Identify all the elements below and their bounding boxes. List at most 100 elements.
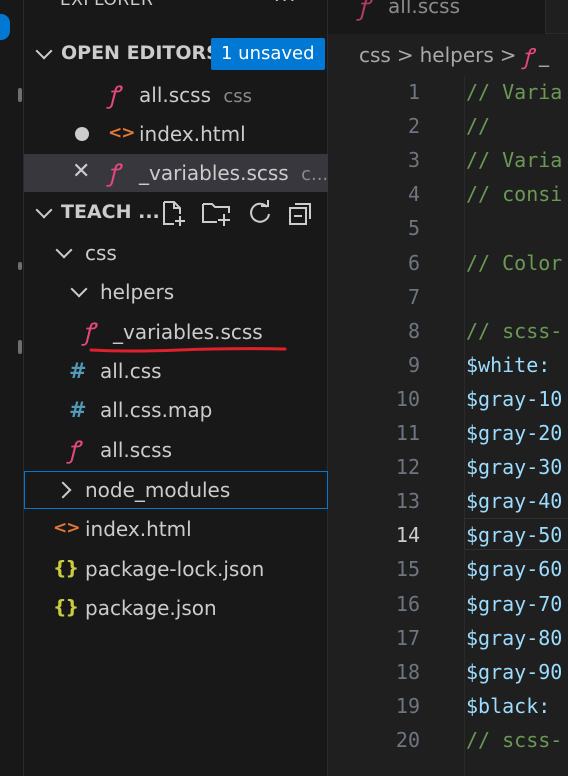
sass-icon: ꝭ <box>108 159 120 187</box>
tree-item-label: helpers <box>100 280 175 304</box>
code-line[interactable]: 4 // consi <box>328 177 568 211</box>
tree-folder-node-modules[interactable]: node_modules <box>24 471 328 509</box>
code-line[interactable]: 12 $gray-30 <box>328 450 568 484</box>
code-line[interactable]: 8 // scss- <box>328 314 568 348</box>
code-line[interactable]: 19 $black: <box>328 689 568 723</box>
editor-tab-bar: ꝭ all.scss <box>328 0 568 34</box>
code-line[interactable]: 17 $gray-80 <box>328 621 568 655</box>
code-line[interactable]: 7 <box>328 280 568 314</box>
tree-file-package-json[interactable]: {} package.json <box>24 589 328 627</box>
sass-icon: ꝭ <box>83 318 95 346</box>
tree-file-all-css[interactable]: # all.css <box>24 352 328 390</box>
close-icon[interactable]: ✕ <box>72 159 90 184</box>
code-editor[interactable]: css > helpers > ꝭ _ 1// Varia 2//3// Varia 4// … <box>328 34 568 776</box>
breadcrumb-item[interactable]: css <box>359 43 391 67</box>
code-text: $gray-50 <box>466 523 563 548</box>
tree-item-label: css <box>85 241 117 265</box>
line-number: 4 <box>407 182 420 207</box>
chevron-down-icon <box>35 42 53 60</box>
code-line[interactable]: 15 $gray-60 <box>328 552 568 586</box>
open-editor-item[interactable]: ✕ ꝭ _variables.scss c... <box>24 154 328 192</box>
code-text: // <box>466 114 491 139</box>
code-line[interactable]: 16 $gray-70 <box>328 587 568 621</box>
code-line[interactable]: 14 $gray-50 <box>328 518 568 552</box>
line-number: 5 <box>407 216 420 241</box>
open-editor-folder: css <box>223 86 252 107</box>
line-number: 17 <box>395 625 420 650</box>
tab-all-scss[interactable]: ꝭ all.scss <box>328 0 546 34</box>
explorer-activity-icon[interactable] <box>0 14 10 40</box>
line-number: 8 <box>407 318 420 343</box>
code-text: // scss- <box>466 727 563 752</box>
code-line[interactable]: 5 <box>328 211 568 245</box>
open-editors-section-header[interactable]: OPEN EDITORS 1 unsaved <box>24 35 328 73</box>
code-text: $gray-90 <box>466 659 563 684</box>
new-folder-icon[interactable] <box>201 200 233 226</box>
open-editor-item[interactable]: ꝭ all.scss css <box>24 76 328 114</box>
line-number: 16 <box>395 591 420 616</box>
code-line[interactable]: 1 // Varia <box>328 75 568 109</box>
chevron-right-icon <box>54 481 72 499</box>
breadcrumb-item[interactable]: helpers <box>420 43 494 67</box>
refresh-icon[interactable] <box>246 200 274 226</box>
tree-folder-css[interactable]: css <box>24 234 328 272</box>
code-line[interactable]: 6 // Color <box>328 246 568 280</box>
line-number: 7 <box>407 284 420 309</box>
code-text: // Varia <box>466 80 563 104</box>
code-text: $white: <box>466 352 551 377</box>
code-text: // scss- <box>466 318 563 343</box>
code-line[interactable]: 13 $gray-40 <box>328 484 568 518</box>
tree-file-package-lock-json[interactable]: {} package-lock.json <box>24 550 328 588</box>
open-editor-item[interactable]: <> index.html <box>24 115 328 153</box>
code-line[interactable]: 9 $white: <box>328 348 568 382</box>
collapse-all-icon[interactable] <box>288 200 316 226</box>
code-line[interactable]: 20 // scss- <box>328 723 568 757</box>
code-text: $gray-40 <box>466 489 563 514</box>
code-line[interactable]: 3 // Varia <box>328 143 568 177</box>
sass-icon: ꝭ <box>358 0 370 21</box>
explorer-sidebar: EXPLORER ··· OPEN EDITORS 1 unsaved ꝭ al… <box>24 0 328 776</box>
code-line[interactable]: 10 $gray-10 <box>328 382 568 416</box>
line-number: 18 <box>395 659 420 684</box>
tab-label: all.scss <box>388 0 460 18</box>
code-text: // Varia <box>466 148 563 173</box>
explorer-title: EXPLORER <box>60 0 154 10</box>
activity-bar <box>0 0 24 776</box>
new-file-icon[interactable] <box>160 200 188 226</box>
code-line[interactable]: 11 $gray-20 <box>328 416 568 450</box>
code-line[interactable]: 2 // <box>328 109 568 143</box>
ellipsis-icon[interactable]: ··· <box>274 0 297 11</box>
line-number: 19 <box>395 693 420 718</box>
json-icon: {} <box>53 596 79 618</box>
tree-item-label: all.css.map <box>100 398 213 422</box>
line-number: 1 <box>407 80 420 104</box>
activity-icon-fragment[interactable] <box>18 340 22 354</box>
tree-folder-helpers[interactable]: helpers <box>24 273 328 311</box>
line-number: 6 <box>407 250 420 275</box>
code-text: $gray-30 <box>466 455 563 480</box>
line-number: 10 <box>395 386 420 411</box>
css-hash-icon: # <box>69 359 87 383</box>
open-editor-filename: all.scss <box>139 83 211 107</box>
code-line[interactable]: 18 $gray-90 <box>328 655 568 689</box>
line-number: 9 <box>407 352 420 377</box>
breadcrumb-separator: > <box>396 43 414 67</box>
breadcrumb-item[interactable]: _ <box>539 43 549 67</box>
tree-file-index-html[interactable]: <> index.html <box>24 510 328 548</box>
tree-file-all-css-map[interactable]: # all.css.map <box>24 391 328 429</box>
code-text: $gray-10 <box>466 386 563 411</box>
code-text: // Color <box>466 250 563 275</box>
html-icon: <> <box>53 518 80 538</box>
code-text: $gray-80 <box>466 625 563 650</box>
line-number: 12 <box>395 455 420 480</box>
breadcrumb-separator: > <box>499 43 517 67</box>
tree-file-all-scss[interactable]: ꝭ all.scss <box>24 431 328 469</box>
breadcrumb: css > helpers > ꝭ _ <box>359 43 549 70</box>
activity-icon-fragment[interactable] <box>18 262 22 270</box>
activity-icon-fragment[interactable] <box>18 88 22 102</box>
tree-item-label: index.html <box>85 517 192 541</box>
chevron-down-icon <box>35 201 53 219</box>
line-number: 11 <box>395 421 420 445</box>
sass-icon: ꝭ <box>522 45 533 70</box>
unsaved-dot-icon[interactable] <box>75 127 89 141</box>
